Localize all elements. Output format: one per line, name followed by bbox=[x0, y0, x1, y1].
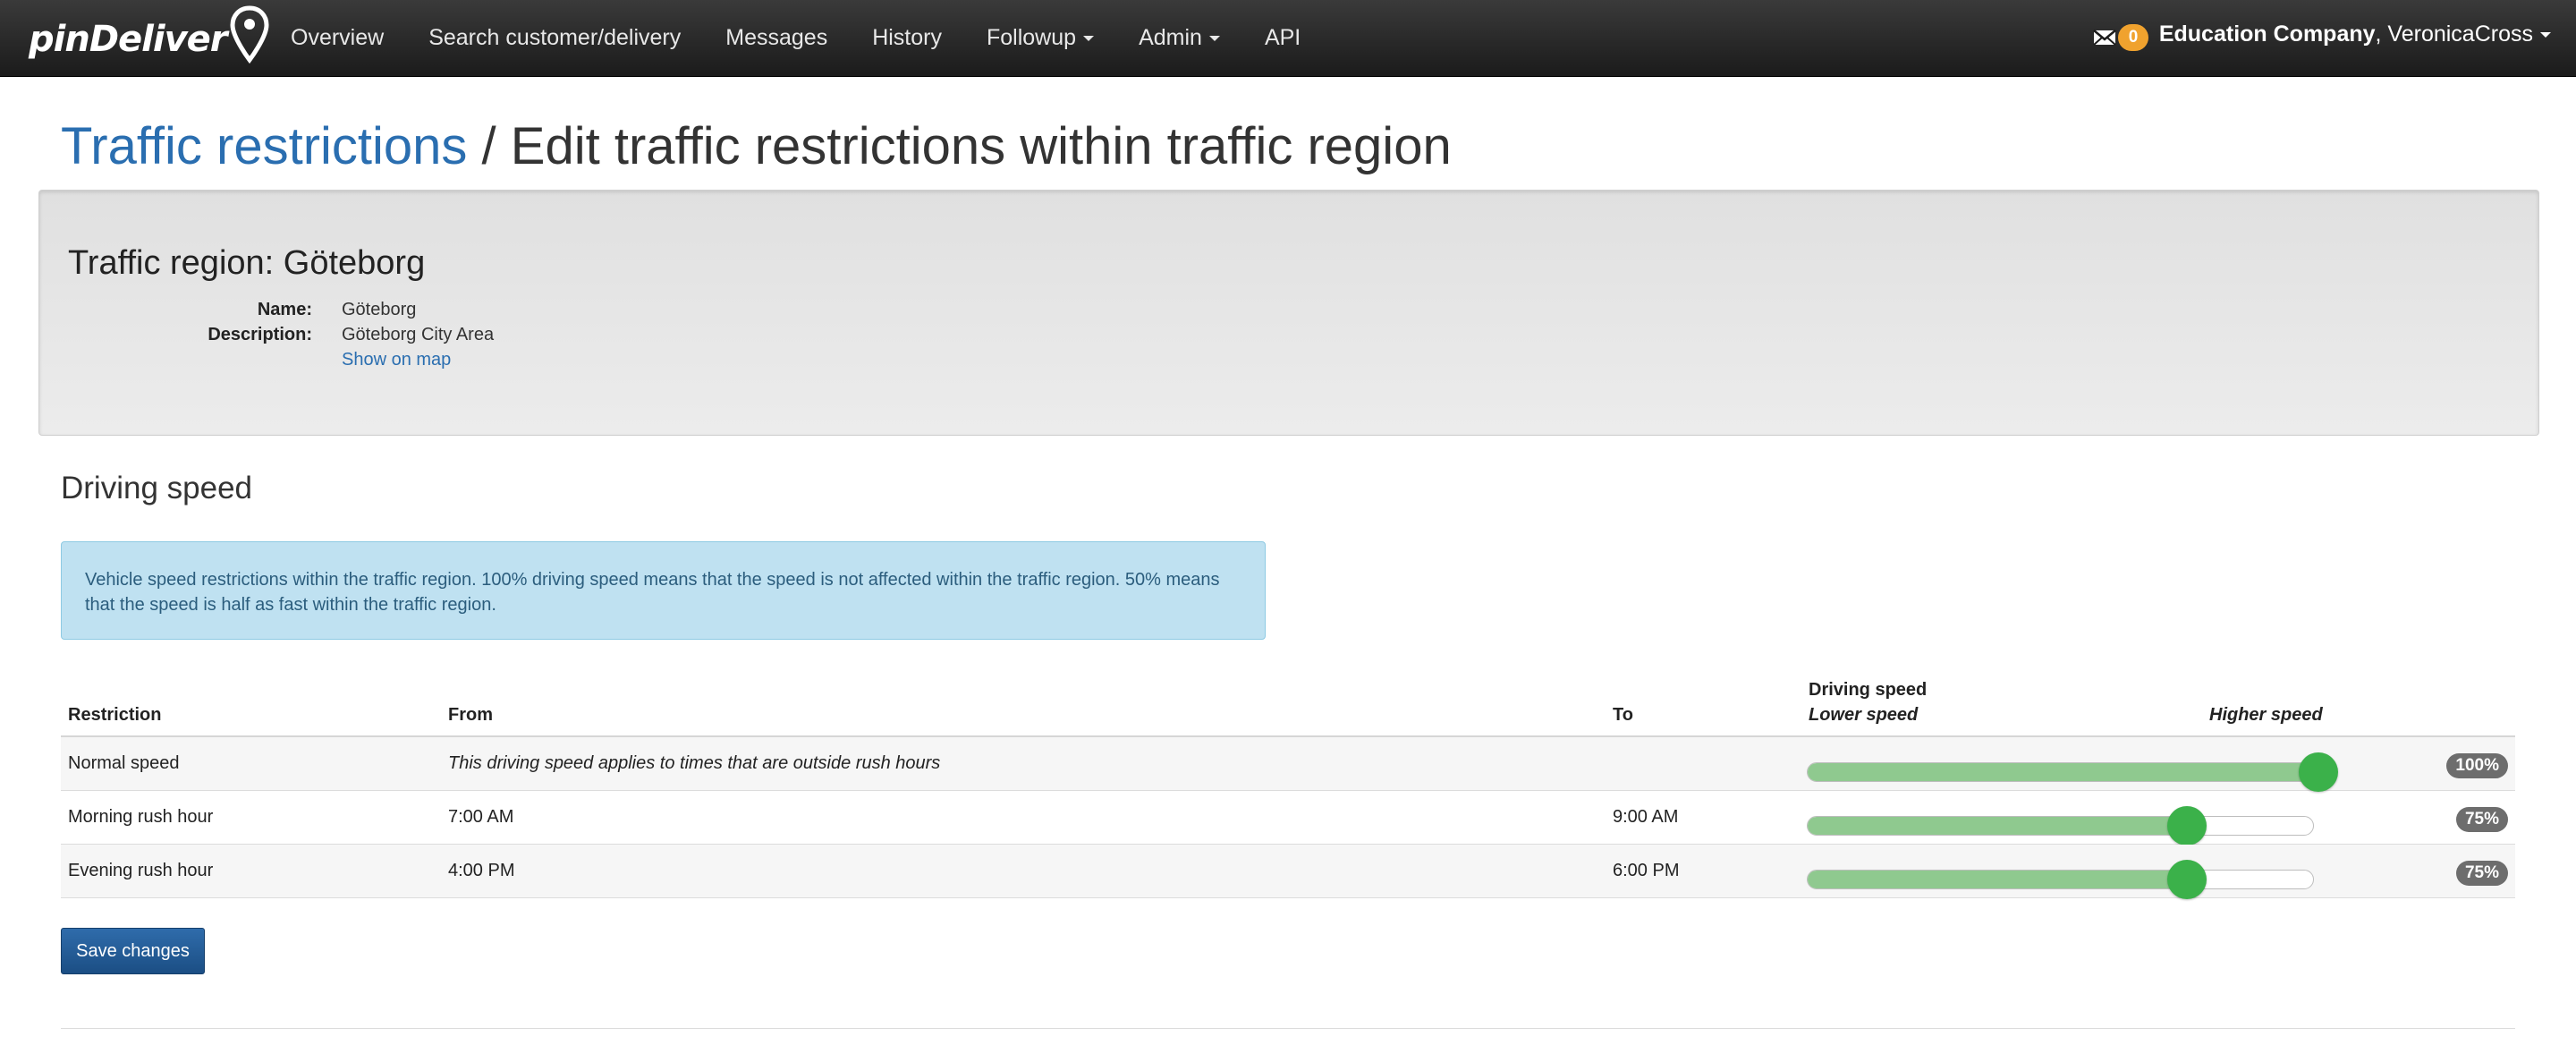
slider-handle[interactable] bbox=[2166, 806, 2207, 845]
save-changes-button[interactable]: Save changes bbox=[61, 928, 205, 974]
caret-down-icon bbox=[1083, 35, 1095, 41]
restriction-cell: Evening rush hour bbox=[68, 861, 214, 880]
header-higher-speed: Higher speed bbox=[2209, 705, 2323, 725]
nav-history[interactable]: History bbox=[872, 25, 942, 51]
speed-slider[interactable] bbox=[1807, 752, 2338, 792]
header-lower-speed: Lower speed bbox=[1809, 705, 1919, 725]
main-nav: Overview Search customer/delivery Messag… bbox=[268, 0, 1323, 75]
user-menu[interactable]: Education Company, VeronicaCross bbox=[2159, 21, 2551, 47]
from-cell: This driving speed applies to times that… bbox=[448, 753, 941, 773]
envelope-icon bbox=[2093, 30, 2116, 46]
caret-down-icon bbox=[2540, 32, 2551, 38]
to-cell: 9:00 AM bbox=[1613, 807, 1679, 827]
table-row: Evening rush hour 4:00 PM 6:00 PM 75% bbox=[61, 845, 2515, 899]
page-title: Traffic restrictions / Edit traffic rest… bbox=[61, 116, 1452, 176]
description-label: Description: bbox=[208, 325, 312, 344]
nav-admin-label: Admin bbox=[1139, 24, 1202, 50]
breadcrumb-separator: / bbox=[467, 117, 511, 175]
brand-logo[interactable]: pinDeliver bbox=[29, 4, 270, 75]
slider-fill bbox=[1808, 763, 2313, 781]
nav-messages[interactable]: Messages bbox=[725, 25, 827, 51]
map-pin-icon bbox=[230, 5, 269, 64]
slider-fill bbox=[1808, 817, 2187, 835]
header-to: To bbox=[1613, 705, 1633, 725]
speed-slider[interactable] bbox=[1807, 860, 2314, 899]
name-value: Göteborg bbox=[342, 300, 417, 319]
driving-speed-info: Vehicle speed restrictions within the tr… bbox=[61, 541, 1266, 640]
nav-admin-dropdown[interactable]: Admin bbox=[1139, 25, 1220, 51]
speed-percent-badge: 100% bbox=[2446, 753, 2508, 778]
header-driving-speed: Driving speed bbox=[1809, 680, 1928, 700]
speed-percent-badge: 75% bbox=[2455, 807, 2508, 832]
description-value: Göteborg City Area bbox=[342, 325, 495, 344]
header-from: From bbox=[448, 705, 493, 725]
from-cell: 4:00 PM bbox=[448, 861, 515, 880]
top-navbar: pinDeliver Overview Search customer/deli… bbox=[0, 0, 2576, 77]
table-row: Morning rush hour 7:00 AM 9:00 AM 75% bbox=[61, 791, 2515, 845]
name-label: Name: bbox=[257, 300, 312, 319]
brand-name: pinDeliver bbox=[29, 19, 228, 60]
traffic-region-panel: Traffic region: Göteborg Name: Göteborg … bbox=[38, 190, 2539, 436]
speed-slider[interactable] bbox=[1807, 806, 2314, 845]
header-restriction: Restriction bbox=[68, 705, 162, 725]
messages-indicator[interactable]: 0 bbox=[2093, 21, 2148, 54]
caret-down-icon bbox=[1208, 35, 1220, 41]
nav-overview[interactable]: Overview bbox=[291, 25, 384, 51]
table-row: Normal speed This driving speed applies … bbox=[61, 737, 2515, 792]
slider-handle[interactable] bbox=[2166, 860, 2207, 899]
speed-percent-badge: 75% bbox=[2455, 861, 2508, 886]
nav-followup-dropdown[interactable]: Followup bbox=[987, 24, 1095, 51]
slider-handle[interactable] bbox=[2299, 752, 2338, 792]
page-title-text: Edit traffic restrictions within traffic… bbox=[510, 117, 1452, 175]
to-cell: 6:00 PM bbox=[1613, 861, 1680, 880]
unread-count-badge: 0 bbox=[2118, 24, 2148, 51]
nav-followup-label: Followup bbox=[987, 24, 1077, 50]
footer-divider bbox=[61, 1028, 2515, 1029]
nav-api[interactable]: API bbox=[1265, 25, 1301, 51]
region-heading: Traffic region: Göteborg bbox=[68, 244, 426, 282]
restriction-cell: Normal speed bbox=[68, 753, 180, 773]
slider-fill bbox=[1808, 871, 2187, 888]
show-on-map-link[interactable]: Show on map bbox=[342, 350, 451, 370]
driving-speed-heading: Driving speed bbox=[61, 471, 252, 506]
user-name: , VeronicaCross bbox=[2375, 21, 2533, 47]
company-name: Education Company bbox=[2158, 21, 2376, 47]
breadcrumb-traffic-restrictions[interactable]: Traffic restrictions bbox=[61, 117, 467, 175]
from-cell: 7:00 AM bbox=[448, 807, 514, 827]
nav-search[interactable]: Search customer/delivery bbox=[428, 25, 681, 51]
restriction-cell: Morning rush hour bbox=[68, 807, 214, 827]
